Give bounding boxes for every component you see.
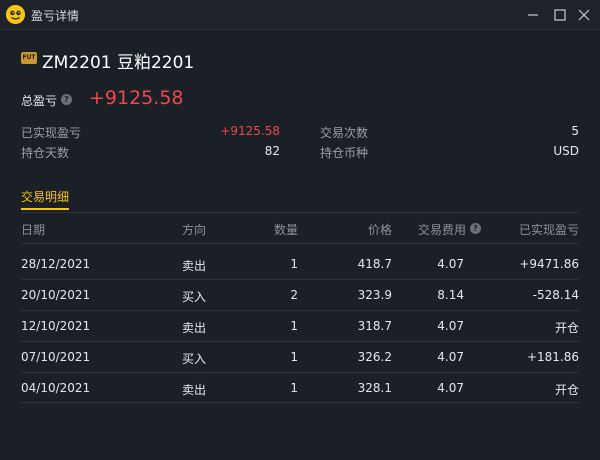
- maximize-icon: [554, 9, 566, 21]
- cell-quantity: 1: [290, 350, 298, 364]
- cell-realized-pnl: -528.14: [532, 288, 579, 302]
- cell-quantity: 1: [290, 319, 298, 333]
- cell-realized-pnl: +9471.86: [519, 257, 579, 271]
- cell-fee: 4.07: [437, 319, 464, 333]
- row-divider: [21, 402, 579, 403]
- cell-price: 318.7: [357, 319, 392, 333]
- cell-quantity: 2: [290, 288, 298, 302]
- cell-side: 卖出: [182, 321, 207, 335]
- cell-fee: 4.07: [437, 381, 464, 395]
- realized-pnl-label: 已实现盈亏: [21, 126, 82, 140]
- row-divider: [21, 372, 579, 373]
- total-pnl-label: 总盈亏: [21, 94, 58, 108]
- cell-price: 328.1: [357, 381, 392, 395]
- cell-side: 卖出: [182, 383, 207, 397]
- futures-badge: FUT: [21, 52, 37, 64]
- cell-price: 326.2: [357, 350, 392, 364]
- cell-price: 418.7: [357, 257, 392, 271]
- row-divider: [21, 341, 579, 342]
- cell-date: 04/10/2021: [21, 381, 91, 395]
- column-header-quantity: 数量: [273, 223, 298, 237]
- maximize-button[interactable]: [551, 6, 569, 24]
- cell-fee: 4.07: [437, 350, 464, 364]
- column-header-fee: 交易费用: [418, 223, 467, 237]
- cell-date: 20/10/2021: [21, 288, 91, 302]
- cell-fee: 8.14: [437, 288, 464, 302]
- column-header-price: 价格: [367, 223, 392, 237]
- column-header-side: 方向: [182, 223, 207, 237]
- cell-date: 07/10/2021: [21, 350, 91, 364]
- cell-quantity: 1: [290, 257, 298, 271]
- contract-title: ZM2201 豆粕2201: [42, 53, 195, 73]
- cell-realized-pnl: +181.86: [526, 350, 579, 364]
- trade-count-value: 5: [571, 124, 579, 138]
- realized-pnl-value: +9125.58: [220, 124, 280, 138]
- header-divider: [21, 243, 579, 244]
- window-title: 盈亏详情: [31, 9, 80, 23]
- currency-label: 持仓币种: [320, 146, 369, 160]
- currency-value: USD: [553, 144, 579, 158]
- minimize-button[interactable]: [524, 6, 542, 24]
- cell-quantity: 1: [290, 381, 298, 395]
- column-header-date: 日期: [21, 223, 46, 237]
- holding-days-label: 持仓天数: [21, 146, 70, 160]
- title-bar: 盈亏详情: [0, 0, 600, 30]
- tab-active-indicator: [21, 208, 69, 210]
- cell-side: 买入: [182, 290, 207, 304]
- cell-side: 买入: [182, 352, 207, 366]
- cell-date: 12/10/2021: [21, 319, 91, 333]
- holding-days-value: 82: [264, 144, 280, 158]
- cell-realized-pnl: 开仓: [554, 383, 579, 397]
- cell-side: 卖出: [182, 259, 207, 273]
- tab-divider: [21, 212, 579, 213]
- cell-realized-pnl: 开仓: [554, 321, 579, 335]
- trade-count-label: 交易次数: [320, 126, 369, 140]
- close-button[interactable]: [575, 6, 593, 24]
- total-pnl-value: +9125.58: [89, 87, 184, 109]
- row-divider: [21, 310, 579, 311]
- column-header-realized-pnl: 已实现盈亏: [518, 223, 579, 237]
- cell-date: 28/12/2021: [21, 257, 91, 271]
- cell-price: 323.9: [357, 288, 392, 302]
- help-icon[interactable]: ?: [61, 94, 72, 105]
- cell-fee: 4.07: [437, 257, 464, 271]
- close-icon: [578, 9, 590, 21]
- minimize-icon: [528, 14, 538, 16]
- row-divider: [21, 279, 579, 280]
- tab-trade-details[interactable]: 交易明细: [21, 188, 69, 205]
- app-logo-icon: [6, 5, 25, 24]
